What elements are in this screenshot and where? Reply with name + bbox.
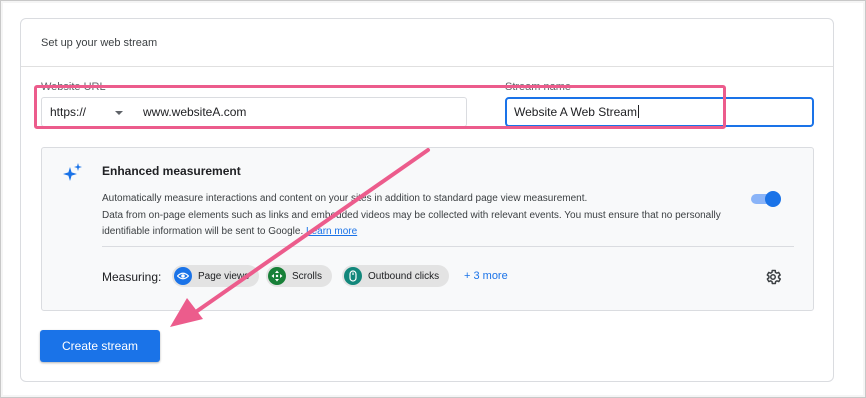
text-cursor bbox=[637, 105, 639, 118]
enhanced-measurement-divider bbox=[102, 246, 794, 247]
more-measurements-link[interactable]: + 3 more bbox=[464, 270, 508, 282]
mouse-icon bbox=[344, 267, 362, 285]
chip-outbound-clicks[interactable]: Outbound clicks bbox=[342, 265, 450, 287]
enhanced-measurement-title: Enhanced measurement bbox=[102, 164, 241, 178]
web-stream-card: Set up your web stream Website URL Strea… bbox=[20, 18, 834, 382]
sparkle-icon bbox=[62, 162, 84, 189]
card-header-divider bbox=[21, 66, 833, 67]
chip-label: Scrolls bbox=[292, 270, 323, 282]
gear-icon[interactable] bbox=[764, 268, 782, 291]
description-line-2: Data from on-page elements such as links… bbox=[102, 210, 721, 237]
create-stream-button[interactable]: Create stream bbox=[40, 330, 160, 362]
chevron-down-icon bbox=[115, 111, 123, 115]
learn-more-link[interactable]: Learn more bbox=[306, 226, 357, 237]
website-url-value: www.websiteA.com bbox=[143, 105, 247, 119]
toggle-thumb bbox=[765, 191, 781, 207]
protocol-value: https:// bbox=[50, 105, 87, 119]
stream-name-input[interactable]: Website A Web Stream bbox=[505, 97, 814, 127]
stream-name-label: Stream name bbox=[505, 81, 572, 93]
card-title: Set up your web stream bbox=[41, 37, 158, 49]
website-url-input[interactable]: www.websiteA.com bbox=[133, 97, 467, 127]
chip-label: Page views bbox=[198, 270, 250, 282]
description-line-1: Automatically measure interactions and c… bbox=[102, 193, 588, 204]
chip-page-views[interactable]: Page views bbox=[172, 265, 260, 287]
measuring-label: Measuring: bbox=[102, 270, 162, 284]
chip-label: Outbound clicks bbox=[368, 270, 440, 282]
enhanced-measurement-toggle[interactable] bbox=[751, 191, 781, 207]
chip-scrolls[interactable]: Scrolls bbox=[266, 265, 333, 287]
scroll-arrows-icon bbox=[268, 267, 286, 285]
eye-icon bbox=[174, 267, 192, 285]
website-url-label: Website URL bbox=[41, 81, 106, 93]
enhanced-measurement-description: Automatically measure interactions and c… bbox=[102, 191, 752, 240]
stream-name-value: Website A Web Stream bbox=[514, 105, 637, 119]
enhanced-measurement-panel: Enhanced measurement Automatically measu… bbox=[41, 147, 814, 311]
protocol-select[interactable]: https:// bbox=[41, 97, 134, 127]
